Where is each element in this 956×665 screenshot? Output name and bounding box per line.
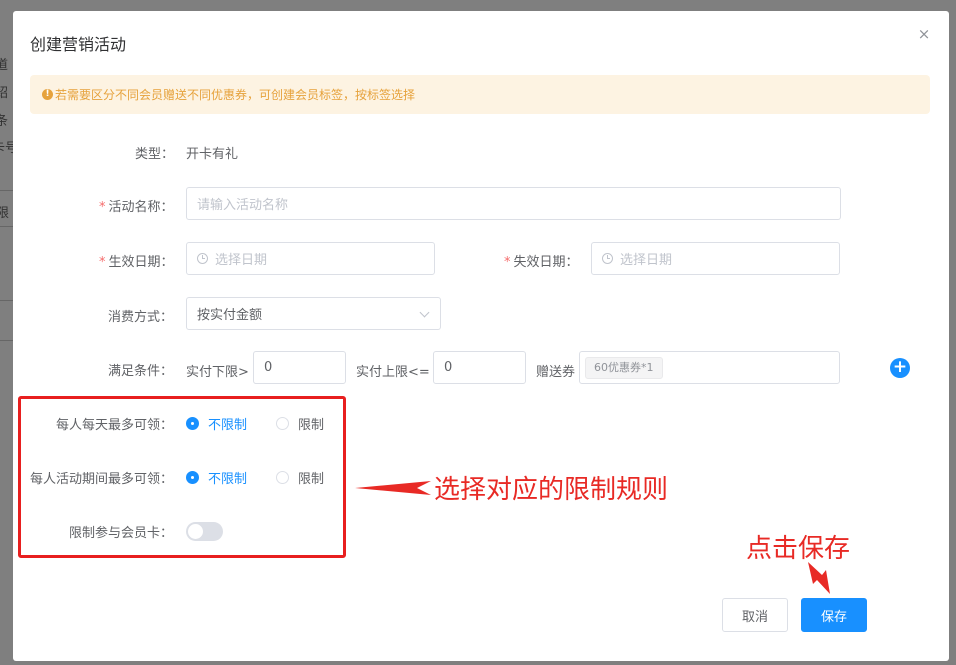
alert-text: 若需要区分不同会员赠送不同优惠券，可创建会员标签，按标签选择	[55, 88, 416, 102]
type-value: 开卡有礼	[186, 147, 239, 162]
consume-method-label: 消费方式：	[108, 310, 174, 325]
chevron-down-icon	[419, 307, 430, 318]
highlight-box	[18, 396, 346, 558]
effective-date-placeholder: 选择日期	[215, 253, 268, 268]
upper-limit-value: 0	[444, 360, 453, 375]
consume-method-select[interactable]: 按实付金额	[186, 297, 441, 330]
save-button[interactable]: 保存	[801, 598, 867, 632]
effective-date-label: * 生效日期：	[99, 255, 174, 270]
bg-fragment: 道	[0, 58, 9, 73]
type-label: 类型：	[135, 147, 175, 162]
bg-divider	[0, 190, 14, 191]
activity-name-placeholder: 请输入活动名称	[197, 198, 289, 213]
upper-limit-label: 实付上限<=	[356, 365, 430, 380]
dialog-title: 创建营销活动	[30, 35, 127, 54]
activity-name-label: * 活动名称：	[99, 200, 174, 215]
warning-icon: !	[42, 89, 53, 100]
cancel-button[interactable]: 取消	[722, 598, 788, 632]
bg-fragment: 限	[0, 206, 10, 221]
annotation-arrow-down	[808, 562, 830, 594]
lower-limit-value: 0	[264, 360, 273, 375]
expire-date-label: * 失效日期：	[504, 255, 579, 270]
effective-date-picker[interactable]: 选择日期	[186, 242, 435, 275]
expire-date-picker[interactable]: 选择日期	[591, 242, 840, 275]
bg-fragment: 绍	[0, 86, 9, 101]
gift-coupon-select[interactable]: 60优惠券*1	[579, 351, 840, 384]
lower-limit-label: 实付下限>	[186, 365, 249, 380]
clock-icon	[197, 253, 208, 264]
coupon-tag: 60优惠券*1	[585, 356, 663, 379]
add-condition-icon[interactable]: +	[890, 358, 910, 378]
tip-alert: ! 若需要区分不同会员赠送不同优惠券，可创建会员标签，按标签选择	[30, 75, 930, 114]
bg-divider	[0, 226, 14, 227]
upper-limit-input[interactable]: 0	[433, 351, 526, 384]
annotation-arrow-left	[355, 481, 431, 495]
gift-coupon-label: 赠送券	[536, 365, 576, 380]
bg-divider	[0, 340, 14, 341]
close-icon[interactable]: ×	[917, 27, 931, 42]
annotation-click-save: 点击保存	[746, 534, 851, 564]
annotation-limit-rule: 选择对应的限制规则	[434, 475, 669, 505]
bg-divider	[0, 300, 14, 301]
clock-icon	[602, 253, 613, 264]
activity-name-input[interactable]: 请输入活动名称	[186, 187, 841, 220]
consume-method-value: 按实付金额	[197, 308, 263, 323]
bg-fragment: 条	[0, 114, 9, 129]
expire-date-placeholder: 选择日期	[620, 253, 673, 268]
lower-limit-input[interactable]: 0	[253, 351, 346, 384]
condition-label: 满足条件：	[108, 364, 174, 379]
